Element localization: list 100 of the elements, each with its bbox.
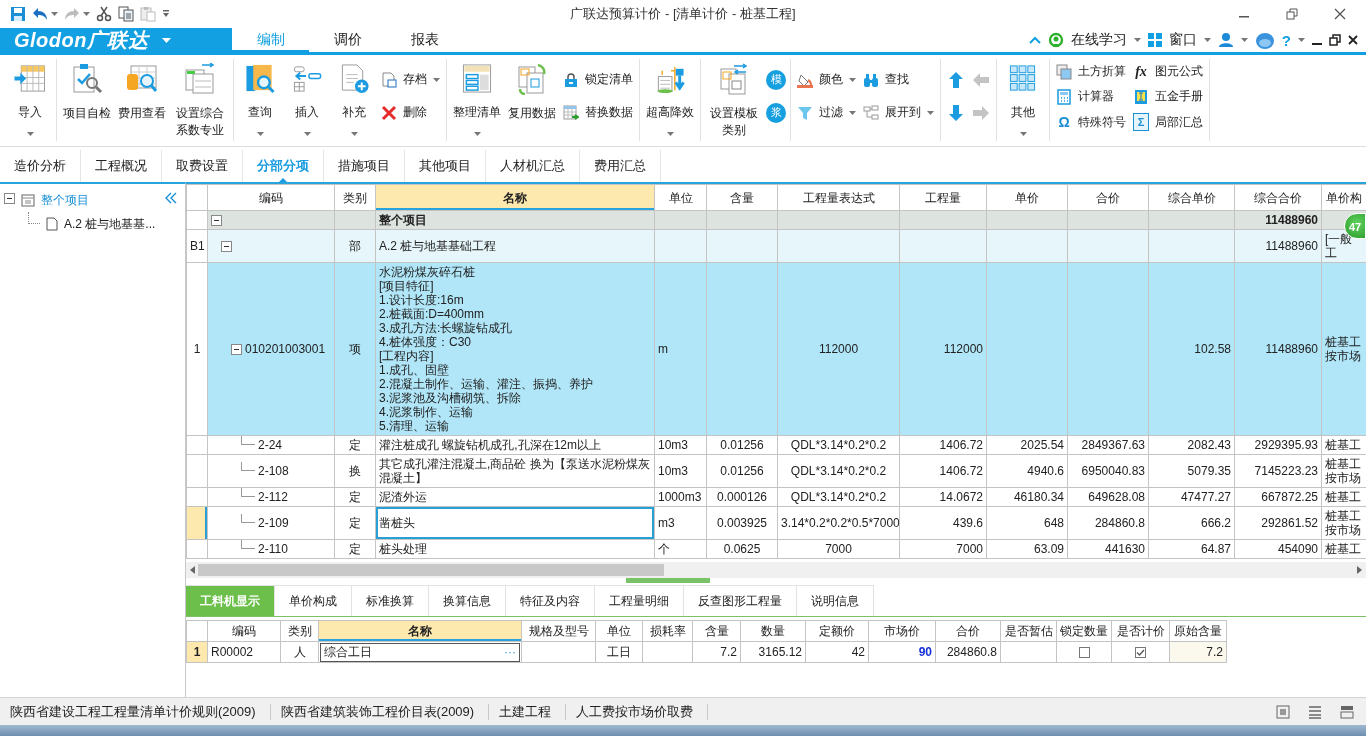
detail-tab[interactable]: 单价构成 xyxy=(275,585,352,616)
ribbon-button[interactable]: 设置综合系数专业 xyxy=(171,59,229,141)
caret-icon[interactable] xyxy=(1203,38,1211,42)
column-header[interactable]: 含量 xyxy=(706,184,778,211)
ribbon-button[interactable]: Σ 局部汇总 xyxy=(1131,111,1205,134)
horizontal-scrollbar[interactable] xyxy=(186,562,1366,578)
caret-icon[interactable] xyxy=(1133,38,1141,42)
column-header[interactable]: 定额价 xyxy=(805,620,869,642)
column-header[interactable]: 单价构 xyxy=(1321,184,1366,211)
column-header[interactable]: 类别 xyxy=(334,184,376,211)
column-header[interactable]: 是否暂估 xyxy=(1000,620,1057,642)
column-header[interactable]: 综合合价 xyxy=(1234,184,1322,211)
caret-icon[interactable] xyxy=(51,12,58,16)
column-header[interactable]: 单位 xyxy=(595,620,643,642)
tree-item[interactable]: 整个项目 xyxy=(41,191,89,209)
menu-tab[interactable]: 报表 xyxy=(386,28,463,52)
ribbon-button[interactable]: 导入 xyxy=(8,59,52,141)
tree-item[interactable]: A.2 桩与地基基... xyxy=(64,215,156,233)
column-header[interactable]: 损耗率 xyxy=(642,620,693,642)
detail-tab[interactable]: 说明信息 xyxy=(797,585,874,616)
ribbon-button[interactable]: 删除 xyxy=(379,101,442,124)
ribbon-button[interactable]: 项目自检 xyxy=(61,59,113,141)
detail-tab[interactable]: 特征及内容 xyxy=(506,585,595,616)
caret-icon[interactable] xyxy=(1298,38,1305,42)
customize-icon[interactable] xyxy=(162,10,170,18)
ribbon-button[interactable]: 查找 xyxy=(861,68,936,91)
column-header[interactable]: 综合单价 xyxy=(1148,184,1235,211)
ribbon-button[interactable]: 补充 xyxy=(332,59,376,141)
save-icon[interactable] xyxy=(10,6,26,22)
column-header[interactable]: 名称 xyxy=(375,184,655,211)
undo-icon[interactable] xyxy=(32,6,48,22)
layout-icon[interactable] xyxy=(1340,704,1354,719)
more-button[interactable]: ··· xyxy=(504,645,516,659)
chevron-up-icon[interactable] xyxy=(1028,36,1041,44)
ribbon-button[interactable]: 复用数据 xyxy=(506,59,558,141)
column-header[interactable]: 市场价 xyxy=(868,620,936,642)
ribbon-button[interactable]: Ω 特殊符号 xyxy=(1054,111,1128,134)
online-learning-menu[interactable]: 在线学习 xyxy=(1070,31,1127,49)
detail-tab[interactable]: 换算信息 xyxy=(429,585,506,616)
column-header[interactable]: 合价 xyxy=(1067,184,1149,211)
column-header[interactable]: 工程量 xyxy=(899,184,987,211)
copy-icon[interactable] xyxy=(118,6,134,22)
column-header[interactable]: 编码 xyxy=(207,620,281,642)
caret-icon[interactable] xyxy=(162,37,172,43)
ribbon-button[interactable]: 过滤 xyxy=(795,101,858,124)
column-header[interactable]: 原始含量 xyxy=(1169,620,1227,642)
ribbon-button[interactable]: 五金手册 xyxy=(1131,86,1205,108)
ribbon-button[interactable]: 展开到 xyxy=(861,101,936,124)
row-header[interactable]: 1 xyxy=(186,641,208,663)
column-header[interactable]: 锁定数量 xyxy=(1056,620,1112,642)
collapse-icon[interactable] xyxy=(221,240,232,252)
ribbon-button[interactable]: 其他 xyxy=(1001,59,1045,141)
menu-tab[interactable]: 调价 xyxy=(309,28,386,52)
row-header[interactable]: 1 xyxy=(186,262,208,436)
row-header[interactable]: B1 xyxy=(186,229,208,263)
page-tab[interactable]: 人材机汇总 xyxy=(486,150,580,182)
column-header[interactable]: 合价 xyxy=(935,620,1001,642)
window-menu[interactable]: 窗口 xyxy=(1168,31,1197,49)
checkbox[interactable] xyxy=(1078,647,1090,659)
collapse-icon[interactable] xyxy=(211,214,222,226)
column-header[interactable]: 工程量表达式 xyxy=(777,184,900,211)
column-header[interactable]: 类别 xyxy=(280,620,319,642)
collapse-icon[interactable] xyxy=(231,343,242,355)
detail-tab[interactable]: 反查图形工程量 xyxy=(684,585,797,616)
column-header[interactable]: 规格及型号 xyxy=(521,620,596,642)
ribbon-button[interactable]: 费用查看 xyxy=(116,59,168,141)
ribbon-button[interactable]: 超高降效 xyxy=(644,59,696,141)
caret-icon[interactable] xyxy=(1240,38,1248,42)
layout-icon[interactable] xyxy=(1308,704,1322,719)
ribbon-button[interactable]: 插入 xyxy=(285,59,329,141)
checkbox[interactable] xyxy=(1135,647,1146,659)
splitter-handle[interactable] xyxy=(626,578,710,583)
column-header[interactable]: 名称 xyxy=(318,620,522,642)
ribbon-button[interactable]: 土方折算 xyxy=(1054,60,1128,83)
close-icon[interactable] xyxy=(1334,8,1346,20)
column-header[interactable]: 数量 xyxy=(740,620,806,642)
ribbon-button[interactable]: 查询 xyxy=(238,59,282,141)
ribbon-button[interactable]: 计算器 xyxy=(1054,86,1128,108)
close-icon[interactable] xyxy=(1348,35,1358,45)
scroll-left-icon[interactable] xyxy=(189,566,197,574)
ribbon-button[interactable]: fx 图元公式 xyxy=(1131,60,1205,83)
user-icon[interactable] xyxy=(1217,32,1234,48)
collapse-icon[interactable] xyxy=(4,193,15,204)
restore-icon[interactable] xyxy=(1329,34,1341,46)
column-header[interactable]: 单价 xyxy=(986,184,1068,211)
ribbon-button[interactable]: 设置模板类别 xyxy=(705,59,763,141)
column-header[interactable]: 单位 xyxy=(654,184,707,211)
column-header[interactable]: 编码 xyxy=(207,184,335,211)
cut-icon[interactable] xyxy=(96,6,112,22)
ribbon-button[interactable]: 存档 xyxy=(379,68,442,91)
ribbon-button[interactable]: 整理清单 xyxy=(451,59,503,141)
page-tab[interactable]: 措施项目 xyxy=(324,150,405,182)
detail-tab[interactable]: 标准换算 xyxy=(352,585,429,616)
name-field[interactable]: 综合工日 ··· xyxy=(320,642,520,662)
ribbon-button[interactable]: 颜色 xyxy=(795,68,858,91)
bubble-icon[interactable] xyxy=(1254,31,1275,49)
row-header[interactable] xyxy=(186,506,208,540)
collapse-pane-icon[interactable] xyxy=(165,192,177,204)
page-tab[interactable]: 费用汇总 xyxy=(580,150,661,182)
column-header[interactable]: 是否计价 xyxy=(1111,620,1170,642)
